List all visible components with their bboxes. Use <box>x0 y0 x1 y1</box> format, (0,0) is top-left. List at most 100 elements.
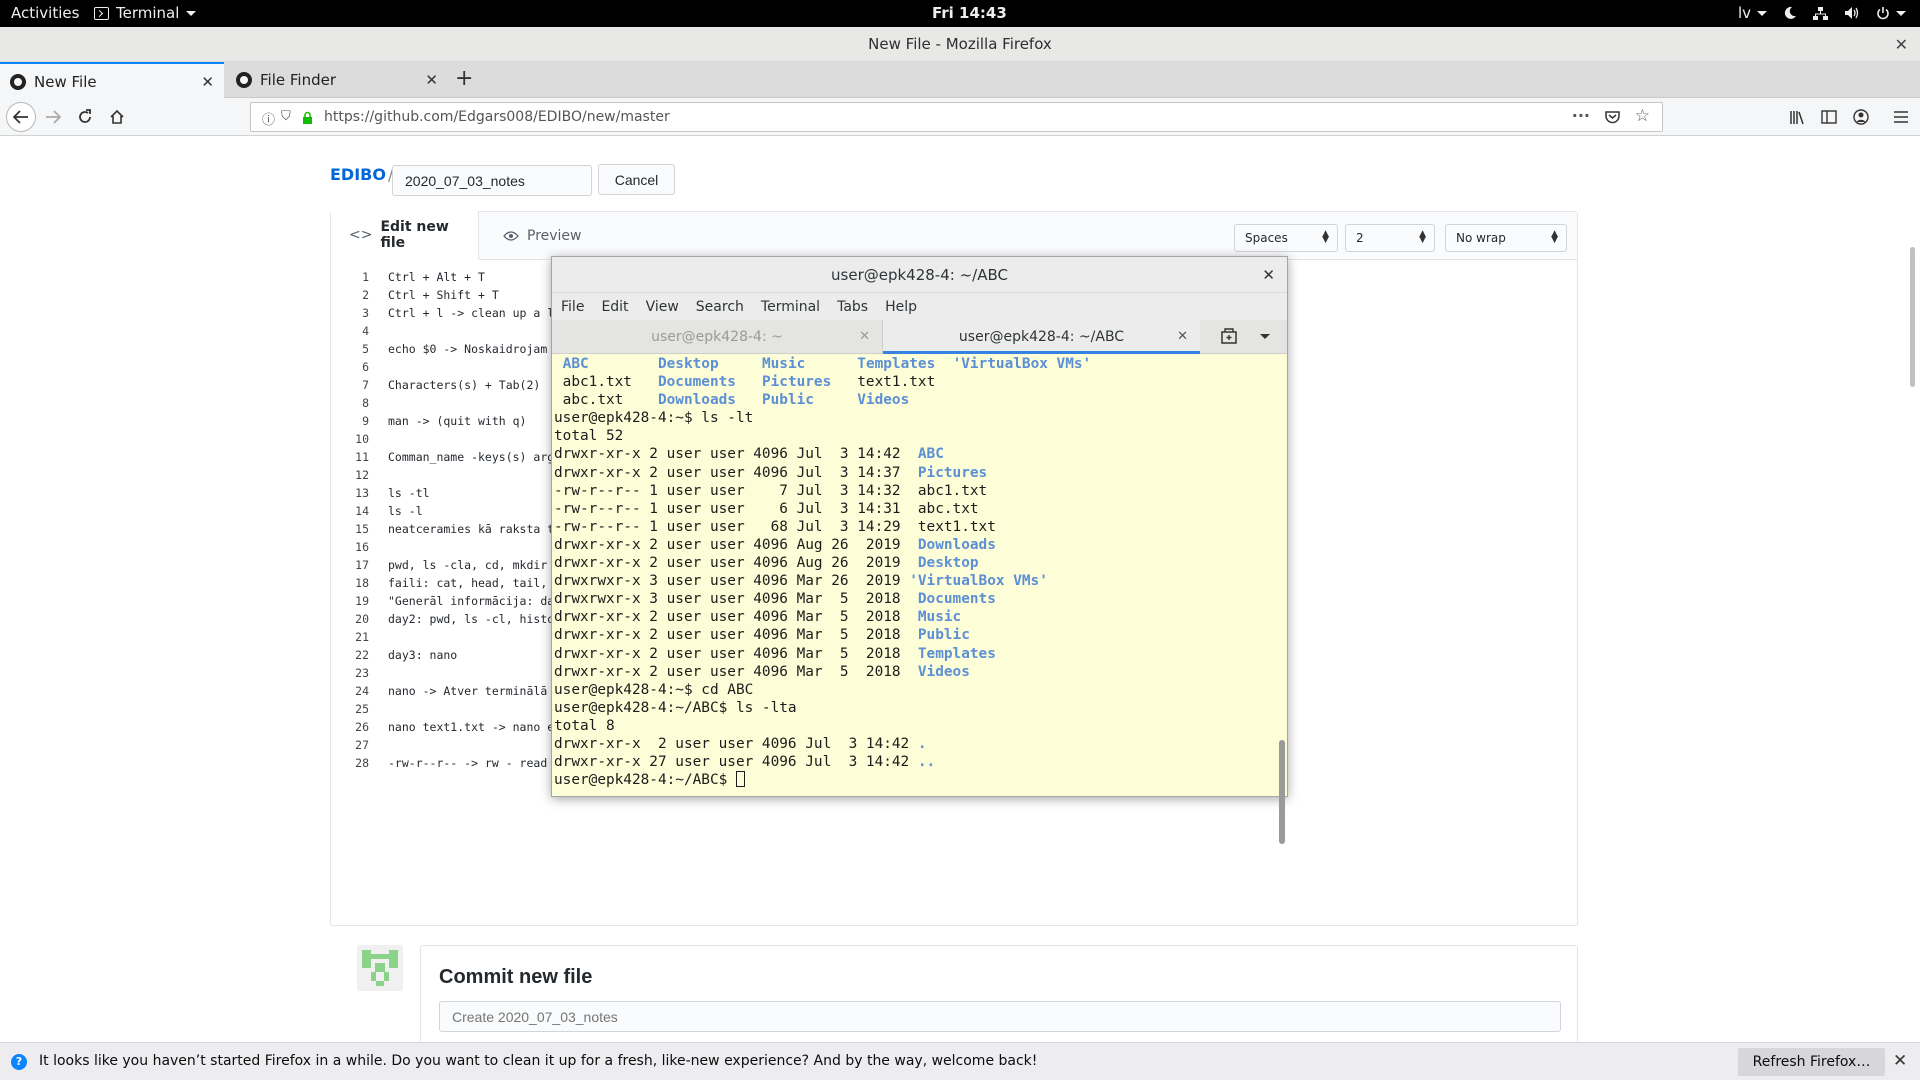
gnome-top-bar: Activities Terminal Fri 14:43 lv <box>0 0 1920 27</box>
browser-tab-strip: New File ✕ File Finder ✕ + <box>0 62 1920 99</box>
terminal-text: user@epk428-4:~$ cd ABC <box>554 681 754 698</box>
close-icon[interactable]: ✕ <box>201 73 214 91</box>
close-icon[interactable]: ✕ <box>1262 257 1275 293</box>
browser-tab-file-finder[interactable]: File Finder ✕ <box>226 62 448 98</box>
editor-header: <> Edit new file Preview Spaces ▲ ▼ 2 ▲ ▼ … <box>331 211 1577 260</box>
close-icon[interactable]: ✕ <box>1895 27 1908 62</box>
app-menu[interactable]: Terminal <box>94 4 197 22</box>
bookmark-star-icon[interactable]: ☆ <box>1635 106 1650 126</box>
url-path: /Edgars008/EDIBO/new/master <box>453 109 670 125</box>
commit-message-input[interactable] <box>439 1001 1561 1032</box>
keyboard-layout-indicator[interactable]: lv <box>1738 4 1767 22</box>
app-menu-label: Terminal <box>116 4 180 22</box>
new-terminal-tab-icon[interactable] <box>1216 328 1242 346</box>
terminal-line: drwxr-xr-x 2 user user 4096 Jul 3 14:42 … <box>552 445 1277 463</box>
sidebar-button[interactable] <box>1816 104 1842 130</box>
refresh-firefox-button[interactable]: Refresh Firefox… <box>1738 1048 1885 1076</box>
terminal-text: user@epk428-4:~/ABC$ <box>554 772 736 789</box>
chevron-down-icon[interactable] <box>1260 334 1270 339</box>
terminal-text: total 8 <box>554 717 615 734</box>
reload-button[interactable] <box>72 104 98 130</box>
menu-help[interactable]: Help <box>885 299 917 315</box>
terminal-line: total 52 <box>552 427 1277 445</box>
terminal-line: drwxr-xr-x 2 user user 4096 Aug 26 2019 … <box>552 554 1277 572</box>
terminal-titlebar[interactable]: user@epk428-4: ~/ABC ✕ <box>552 257 1287 293</box>
directory-name: Downloads <box>657 392 736 409</box>
line-number: 22 <box>355 648 369 662</box>
terminal-line: drwxr-xr-x 2 user user 4096 Mar 5 2018 T… <box>552 645 1277 663</box>
close-icon[interactable]: ✕ <box>1893 1051 1907 1071</box>
line-number: 3 <box>362 306 369 320</box>
indent-mode-value: Spaces <box>1245 231 1288 245</box>
menu-view[interactable]: View <box>646 299 679 315</box>
menu-search[interactable]: Search <box>696 299 744 315</box>
indent-size-select[interactable]: 2 ▲ ▼ <box>1345 224 1435 252</box>
terminal-line: drwxr-xr-x 2 user user 4096 Mar 5 2018 P… <box>552 626 1277 644</box>
line-number: 14 <box>355 504 369 518</box>
directory-name: Templates <box>857 356 936 372</box>
tab-preview[interactable]: Preview <box>491 212 582 260</box>
github-icon <box>10 73 26 90</box>
tab-edit-new-file[interactable]: <> Edit new file <box>331 211 479 260</box>
line-number: 28 <box>355 756 369 770</box>
terminal-line: user@epk428-4:~$ cd ABC <box>552 681 1277 699</box>
menu-file[interactable]: File <box>561 299 584 315</box>
chevron-down-icon <box>1896 10 1906 16</box>
pocket-icon[interactable] <box>1605 110 1620 124</box>
terminal-tab-home[interactable]: user@epk428-4: ~ ✕ <box>552 320 883 354</box>
browser-tab-new-file[interactable]: New File ✕ <box>0 62 224 99</box>
terminal-scrollbar[interactable] <box>1279 740 1285 844</box>
url-text[interactable]: https://github.com/Edgars008/EDIBO/new/m… <box>324 109 670 125</box>
clock[interactable]: Fri 14:43 <box>932 4 1007 22</box>
account-button[interactable] <box>1848 104 1874 130</box>
line-number: 21 <box>355 630 369 644</box>
menu-terminal[interactable]: Terminal <box>761 299 820 315</box>
back-button[interactable] <box>6 102 36 132</box>
window-title: New File - Mozilla Firefox <box>868 35 1052 53</box>
line-wrap-select[interactable]: No wrap ▲ ▼ <box>1445 224 1567 252</box>
repo-link[interactable]: EDIBO <box>330 165 386 184</box>
directory-name: Music <box>917 609 962 626</box>
terminal-text: drwxr-xr-x 27 user user 4096 Jul 3 14:42 <box>554 754 918 771</box>
directory-name: Documents <box>917 591 996 608</box>
arrow-left-icon <box>13 110 28 124</box>
breadcrumb: EDIBO / <box>330 165 393 184</box>
url-bar[interactable]: ⓘ ⛉ https://github.com/Edgars008/EDIBO/n… <box>250 102 1663 132</box>
forward-button[interactable] <box>40 104 66 130</box>
terminal-output[interactable]: ABC Desktop Music Templates 'VirtualBox … <box>552 355 1277 797</box>
menu-tabs[interactable]: Tabs <box>837 299 868 315</box>
line-number: 16 <box>355 540 369 554</box>
close-icon[interactable]: ✕ <box>859 320 870 354</box>
indent-mode-select[interactable]: Spaces ▲ ▼ <box>1234 224 1338 252</box>
terminal-tab-label: user@epk428-4: ~/ABC <box>958 329 1125 345</box>
select-arrows-icon: ▲ ▼ <box>1322 229 1329 245</box>
menu-edit[interactable]: Edit <box>601 299 628 315</box>
system-tray[interactable]: lv <box>1738 4 1906 22</box>
cancel-button[interactable]: Cancel <box>598 164 675 195</box>
select-arrows-icon: ▲ ▼ <box>1551 229 1558 245</box>
terminal-window[interactable]: user@epk428-4: ~/ABC ✕ File Edit View Se… <box>551 256 1288 844</box>
close-icon[interactable]: ✕ <box>1177 320 1188 354</box>
activities-button[interactable]: Activities <box>11 4 79 22</box>
tracking-shield-icon[interactable]: ⛉ <box>281 109 291 124</box>
home-button[interactable] <box>104 104 130 130</box>
page-scrollbar[interactable] <box>1910 247 1915 387</box>
keyboard-layout-label: lv <box>1737 4 1751 22</box>
power-menu[interactable] <box>1876 6 1906 20</box>
lock-icon[interactable] <box>302 111 313 124</box>
close-icon[interactable]: ✕ <box>425 71 438 89</box>
line-number: 15 <box>355 522 369 536</box>
terminal-line: user@epk428-4:~/ABC$ <box>552 771 1277 789</box>
info-icon[interactable]: ⓘ <box>262 109 275 128</box>
avatar <box>357 945 403 991</box>
new-tab-button[interactable]: + <box>455 66 473 91</box>
page-actions-icon[interactable]: ··· <box>1572 106 1590 125</box>
terminal-tab-abc[interactable]: user@epk428-4: ~/ABC ✕ <box>883 320 1200 354</box>
terminal-icon <box>94 6 109 20</box>
line-number: 24 <box>355 684 369 698</box>
code-text: ls -l <box>388 504 423 518</box>
library-button[interactable] <box>1784 104 1810 130</box>
filename-input[interactable] <box>392 165 592 196</box>
terminal-text: drwxr-xr-x 2 user user 4096 Mar 5 2018 <box>554 663 918 680</box>
menu-button[interactable] <box>1888 104 1914 130</box>
